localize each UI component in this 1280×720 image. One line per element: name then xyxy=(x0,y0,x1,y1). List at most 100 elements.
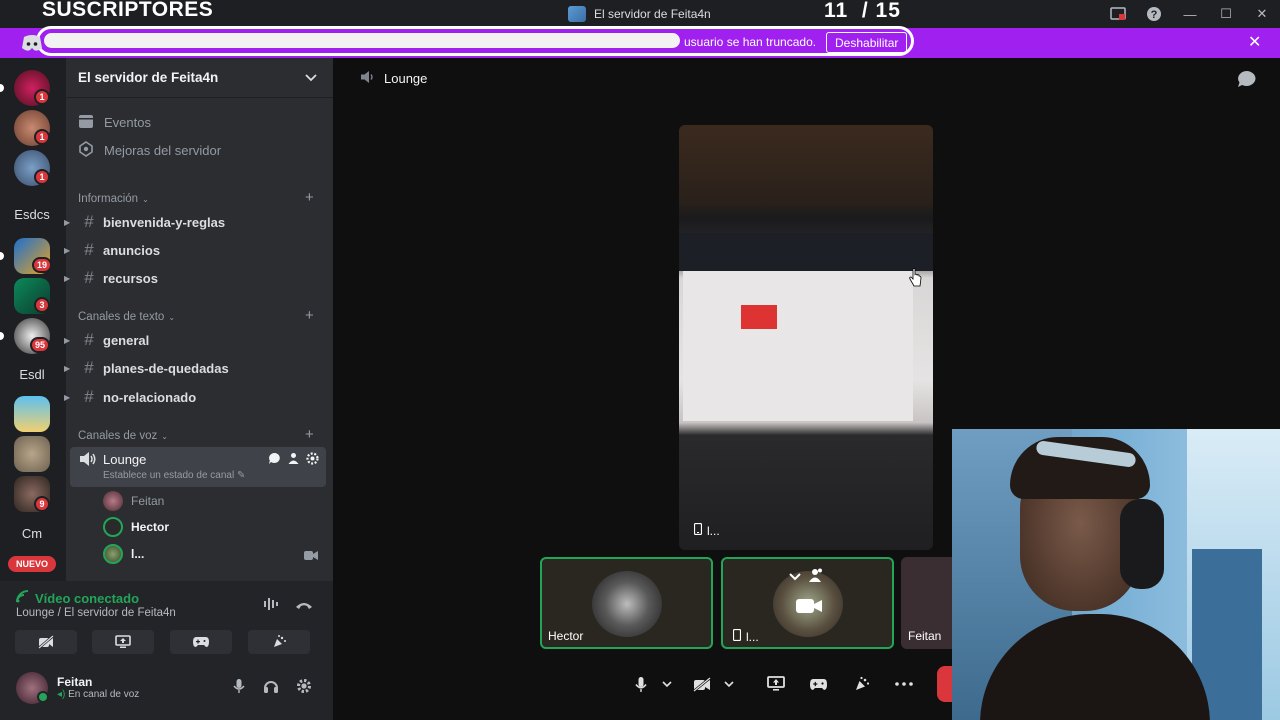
voice-channel-name: Lounge xyxy=(103,452,147,467)
events-link[interactable]: Eventos xyxy=(78,111,151,133)
user-status: ◂) En canal de voz xyxy=(57,689,140,700)
hash-icon: # xyxy=(84,212,94,231)
online-status-dot xyxy=(37,691,49,703)
soundboard-button[interactable] xyxy=(248,630,310,654)
gamepad-icon xyxy=(193,637,209,647)
voice-location[interactable]: Lounge / El servidor de Feita4n xyxy=(16,607,176,619)
server-folder[interactable]: Esdl xyxy=(10,367,54,382)
camera-off-button[interactable] xyxy=(15,630,77,654)
hash-icon: # xyxy=(84,387,94,406)
hash-icon: # xyxy=(84,240,94,259)
group-icon[interactable] xyxy=(807,568,823,587)
help-icon[interactable]: ? xyxy=(1136,0,1172,28)
webcam-person xyxy=(1120,499,1164,589)
category-voice[interactable]: Canales de voz ⌄ xyxy=(78,428,168,444)
voice-member[interactable]: l... xyxy=(103,544,144,564)
subscribers-overlay: SUSCRIPTORES xyxy=(42,0,214,21)
video-stream-main[interactable] xyxy=(679,125,933,550)
chat-bubble-icon[interactable] xyxy=(1237,70,1257,93)
server-icon-7[interactable] xyxy=(14,396,50,432)
channel-recursos[interactable]: ▶ # recursos xyxy=(64,266,326,290)
gear-icon[interactable] xyxy=(306,452,319,470)
chevron-down-icon xyxy=(305,69,317,87)
category-text[interactable]: Canales de texto ⌄ xyxy=(78,309,175,325)
mention-badge: 3 xyxy=(34,297,50,313)
channel-bienvenida-y-reglas[interactable]: ▶ # bienvenida-y-reglas xyxy=(64,210,326,234)
video-content xyxy=(683,271,913,421)
chevron-down-icon: ⌄ xyxy=(142,194,149,204)
minimize-icon[interactable]: — xyxy=(1172,0,1208,28)
screen-share-icon xyxy=(115,635,131,648)
invite-user-icon[interactable] xyxy=(287,452,300,470)
speaker-icon xyxy=(360,70,376,87)
server-folder[interactable]: Cm xyxy=(10,526,54,541)
server-name: El servidor de Feita4n xyxy=(78,70,219,85)
server-folder[interactable]: Esdcs xyxy=(10,207,54,222)
camera-off-icon xyxy=(795,597,823,620)
gamepad-icon[interactable] xyxy=(805,673,831,695)
chevron-down-icon[interactable] xyxy=(656,673,678,695)
caret-right-icon: ▶ xyxy=(64,217,71,227)
channel-no-relacionado[interactable]: ▶ # no-relacionado xyxy=(64,385,326,409)
banner-close-icon[interactable]: ✕ xyxy=(1248,32,1261,52)
gear-icon[interactable] xyxy=(296,678,312,699)
participant-tile-camera-off[interactable]: l... xyxy=(721,557,894,649)
speaker-icon xyxy=(79,451,97,472)
headset-icon[interactable] xyxy=(263,678,279,699)
hash-icon: # xyxy=(84,330,94,349)
disconnect-button[interactable] xyxy=(937,666,952,702)
voice-member[interactable]: Feitan xyxy=(103,491,164,511)
video-content xyxy=(679,233,933,271)
microphone-icon[interactable] xyxy=(232,678,246,699)
category-info[interactable]: Información ⌄ xyxy=(78,191,149,207)
channel-anuncios[interactable]: ▶ # anuncios xyxy=(64,238,326,262)
streamer-webcam xyxy=(952,429,1280,720)
banner-text: usuario se han truncado. xyxy=(684,35,817,49)
discord-home-icon[interactable] xyxy=(21,34,43,57)
noise-suppression-icon[interactable] xyxy=(263,597,281,616)
participant-tile-hector[interactable]: Hector xyxy=(540,557,713,649)
speaker-icon: ◂) xyxy=(57,689,66,700)
server-boosts-link[interactable]: Mejoras del servidor xyxy=(78,139,221,161)
inbox-icon[interactable] xyxy=(1100,0,1136,28)
caret-right-icon: ▶ xyxy=(64,335,71,345)
voice-member[interactable]: Hector xyxy=(103,517,169,537)
chevron-down-icon[interactable] xyxy=(718,673,740,695)
add-channel-icon[interactable]: + xyxy=(305,189,314,206)
screen-share-button[interactable] xyxy=(92,630,154,654)
channel-status-link[interactable]: Establece un estado de canal ✎ xyxy=(103,470,245,481)
soundboard-icon[interactable] xyxy=(848,673,874,695)
channel-planes-de-quedadas[interactable]: ▶ # planes-de-quedadas xyxy=(64,356,326,380)
maximize-icon[interactable]: ☐ xyxy=(1208,0,1244,28)
add-channel-icon[interactable]: + xyxy=(305,307,314,324)
chat-bubble-icon[interactable] xyxy=(268,452,281,470)
participant-tile-feitan[interactable]: Feitan xyxy=(901,557,952,649)
close-window-icon[interactable]: ✕ xyxy=(1244,0,1280,28)
avatar xyxy=(103,544,123,564)
mention-badge: 19 xyxy=(32,257,52,273)
disable-button[interactable]: Deshabilitar xyxy=(826,32,908,53)
window-title: El servidor de Feita4n xyxy=(568,6,711,22)
disconnect-icon[interactable] xyxy=(295,598,313,616)
microphone-icon[interactable] xyxy=(628,673,654,695)
camera-off-icon[interactable] xyxy=(689,673,715,695)
camera-off-icon xyxy=(38,635,54,649)
phone-icon xyxy=(732,628,742,644)
tile-overlay-controls xyxy=(789,568,823,587)
activity-button[interactable] xyxy=(170,630,232,654)
caret-right-icon: ▶ xyxy=(64,245,71,255)
server-header[interactable]: El servidor de Feita4n xyxy=(66,58,333,98)
avatar xyxy=(103,517,123,537)
more-options-icon[interactable] xyxy=(891,673,917,695)
voice-status: Vídeo conectado xyxy=(16,590,139,606)
caret-right-icon: ▶ xyxy=(64,392,71,402)
channel-general[interactable]: ▶ # general xyxy=(64,328,326,352)
screen-share-icon[interactable] xyxy=(763,673,789,695)
server-icon-8[interactable] xyxy=(14,436,50,472)
caret-right-icon: ▶ xyxy=(64,273,71,283)
chevron-down-icon: ⌄ xyxy=(168,312,176,322)
voice-channel-actions xyxy=(268,452,319,470)
add-channel-icon[interactable]: + xyxy=(305,426,314,443)
mention-badge: 95 xyxy=(30,337,50,353)
chevron-down-icon[interactable] xyxy=(789,568,801,587)
